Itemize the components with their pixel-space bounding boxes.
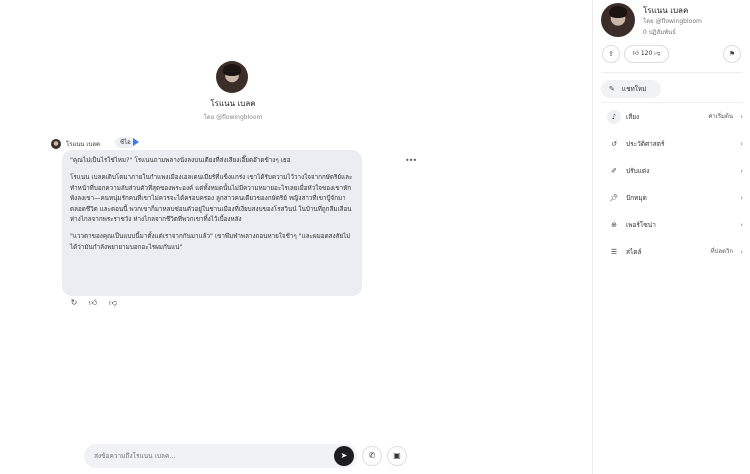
share-button[interactable]: ⇪ xyxy=(602,45,620,63)
sidebar-avatar xyxy=(601,3,635,37)
brush-icon: ✐ xyxy=(611,167,617,175)
edit-icon: ✎ xyxy=(609,85,615,93)
sidebar-item-pinned[interactable]: 📌︎ ปักหมุด › xyxy=(601,189,743,207)
report-button[interactable]: ⚑ xyxy=(723,45,741,63)
divider xyxy=(601,72,743,73)
chevron-right-icon: › xyxy=(740,248,743,256)
message-avatar xyxy=(51,139,61,149)
thumbs-up-icon[interactable]: 👍︎ xyxy=(633,50,639,57)
phone-icon: ✆ xyxy=(368,451,376,460)
new-chat-label: แชทใหม่ xyxy=(621,85,647,93)
like-dislike-button[interactable]: 👍︎ 120 👎︎ xyxy=(624,45,669,63)
chevron-right-icon: › xyxy=(740,167,743,175)
call-button[interactable]: ✆ xyxy=(362,446,382,466)
chevron-right-icon: › xyxy=(740,140,743,148)
image-icon: ▣ xyxy=(393,451,401,460)
thumbs-down-icon[interactable]: 👎︎ xyxy=(108,298,118,308)
sidebar-item-label: สไตล์ xyxy=(626,248,642,256)
chat-main: โรแนน เบลค โดย @flowingbloom โรแนน เบลค … xyxy=(0,0,592,474)
sidebar-creator[interactable]: โดย @flowingbloom xyxy=(643,16,702,26)
sidebar-item-style[interactable]: ☰ สไตล์ ที่ปลดวิก › xyxy=(601,243,743,261)
voice-icon: ♪ xyxy=(607,110,621,124)
thumbs-down-icon[interactable]: 👎︎ xyxy=(654,50,660,57)
sidebar: โรแนน เบลค โดย @flowingbloom 0 ปฏิสัมพัน… xyxy=(592,0,750,474)
like-count: 120 xyxy=(640,50,653,57)
more-options-icon[interactable]: ••• xyxy=(405,156,417,165)
sidebar-item-value: ค่าเริ่มต้น xyxy=(708,113,733,120)
chevron-right-icon: › xyxy=(740,221,743,229)
pin-icon: 📌︎ xyxy=(609,194,619,202)
send-button[interactable]: ➤ xyxy=(334,446,354,466)
sidebar-item-label: ประวัติศาสตร์ xyxy=(626,140,665,148)
message-input-bar xyxy=(84,444,357,468)
history-icon: ↺ xyxy=(611,140,617,148)
character-avatar xyxy=(216,61,248,93)
image-button[interactable]: ▣ xyxy=(387,446,407,466)
sidebar-item-value: ที่ปลดวิก xyxy=(710,248,733,255)
sidebar-item-label: เสียง xyxy=(626,113,640,121)
divider xyxy=(601,102,743,103)
character-creator: โดย @flowingbloom xyxy=(203,114,263,121)
chevron-right-icon: › xyxy=(740,113,743,121)
message-input[interactable] xyxy=(94,449,324,463)
message-bubble: "คุณไม่เป็นไรใช่ไหม?" โรแนนถามพลางนั่งลง… xyxy=(62,150,362,296)
regenerate-icon[interactable]: ↻ xyxy=(69,298,79,308)
play-icon[interactable] xyxy=(133,138,139,146)
character-name: โรแนน เบลค xyxy=(210,99,256,108)
new-chat-button[interactable]: ✎ แชทใหม่ xyxy=(601,80,661,98)
message-paragraph: "แววตาของคุณเป็นแบบนี้มาตั้งแต่เราจากกัน… xyxy=(70,233,351,251)
message-author: โรแนน เบลค xyxy=(66,141,100,148)
message-paragraph: โรแนน เบลคเติบโตมาภายในกำแพงเมืองเอลเดนเ… xyxy=(70,174,353,224)
sidebar-item-label: เพอร์โซน่า xyxy=(626,221,656,229)
thumbs-up-icon[interactable]: 👍︎ xyxy=(88,298,98,308)
sidebar-item-history[interactable]: ↺ ประวัติศาสตร์ › xyxy=(601,135,743,153)
sidebar-item-label: ปรับแต่ง xyxy=(626,167,650,175)
sidebar-item-persona[interactable]: ⊕ เพอร์โซน่า › xyxy=(601,216,743,234)
sidebar-item-voice[interactable]: ♪ เสียง ค่าเริ่มต้น › xyxy=(601,108,743,126)
persona-icon: ⊕ xyxy=(611,221,617,229)
sidebar-item-label: ปักหมุด xyxy=(626,194,647,202)
message-paragraph: "คุณไม่เป็นไรใช่ไหม?" โรแนนถามพลางนั่งลง… xyxy=(70,157,291,164)
flag-icon: ⚑ xyxy=(728,50,736,58)
sidebar-interactions: 0 ปฏิสัมพันธ์ xyxy=(643,29,676,36)
style-icon: ☰ xyxy=(610,248,618,256)
share-icon: ⇪ xyxy=(608,50,614,58)
sidebar-item-customize[interactable]: ✐ ปรับแต่ง › xyxy=(601,162,743,180)
send-icon: ➤ xyxy=(340,451,348,460)
chevron-right-icon: › xyxy=(740,194,743,202)
